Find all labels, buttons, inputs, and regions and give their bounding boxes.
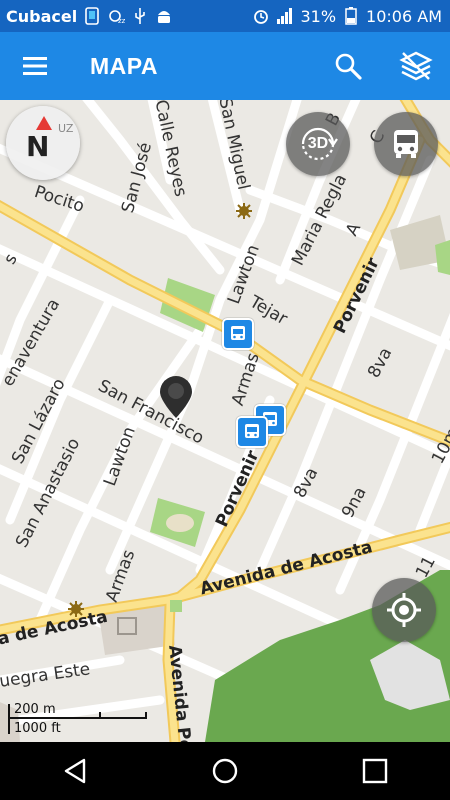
layers-icon <box>399 51 433 81</box>
system-nav-bar <box>0 742 450 800</box>
home-icon <box>212 758 238 784</box>
recents-button[interactable] <box>335 742 415 800</box>
bus-icon <box>394 130 418 158</box>
scale-bar: 200 m 1000 ft <box>6 700 151 740</box>
battery-icon <box>342 7 360 25</box>
bus-stop-marker[interactable] <box>222 318 254 350</box>
compass-extra: UZ <box>58 122 74 135</box>
phone-app-icon <box>83 7 101 25</box>
carrier-name: Cubacel <box>6 6 78 26</box>
bus-stop-marker[interactable] <box>236 416 268 448</box>
compass-arrow-icon <box>36 116 52 130</box>
map-view[interactable]: Pocito San José Calle Reyes San Miguel M… <box>0 100 450 742</box>
three-d-label: 3D <box>307 135 329 152</box>
home-button[interactable] <box>185 742 265 800</box>
crosshair-icon <box>387 593 421 627</box>
alarm-icon <box>252 7 270 25</box>
svg-text:zz: zz <box>118 17 125 25</box>
layers-button[interactable] <box>382 32 450 100</box>
android-debug-icon <box>155 7 173 25</box>
battery-percent: 31% <box>300 6 337 26</box>
usb-icon <box>131 7 149 25</box>
transit-button[interactable] <box>374 112 438 176</box>
location-pin-icon[interactable] <box>158 375 194 419</box>
menu-icon <box>23 57 47 75</box>
scale-imperial: 1000 ft <box>14 721 61 736</box>
bus-stop-icon <box>231 326 245 340</box>
scale-metric: 200 m <box>14 702 56 717</box>
sleep-icon: zz <box>107 7 125 25</box>
signal-icon <box>276 7 294 25</box>
clock-time: 10:06 AM <box>366 6 442 26</box>
back-button[interactable] <box>35 742 115 800</box>
three-d-button[interactable]: 3D <box>286 112 350 176</box>
page-title: MAPA <box>90 52 159 79</box>
back-icon <box>64 758 86 784</box>
search-button[interactable] <box>314 32 382 100</box>
search-icon <box>335 53 362 80</box>
compass-letter: N <box>26 130 50 163</box>
recents-icon <box>362 758 388 784</box>
my-location-button[interactable] <box>372 578 436 642</box>
bus-stop-icon <box>245 424 259 438</box>
status-bar: Cubacel zz 31% 10:06 AM <box>0 0 450 32</box>
poi-marker <box>236 203 252 219</box>
menu-button[interactable] <box>0 32 70 100</box>
app-bar: MAPA <box>0 32 450 100</box>
compass-button[interactable]: N UZ <box>6 106 80 180</box>
